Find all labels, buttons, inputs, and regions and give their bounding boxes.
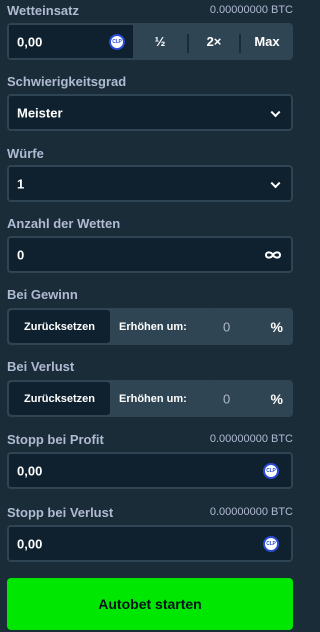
double-button[interactable]: 2× [189, 25, 239, 58]
percent-icon: % [270, 318, 283, 335]
difficulty-label: Schwierigkeitsgrad [7, 74, 127, 89]
on-loss-label: Bei Verlust [7, 359, 75, 374]
on-win-group: Zurücksetzen Erhöhen um: 0 % [7, 308, 293, 345]
clp-coin-icon: CLP [263, 535, 279, 552]
stop-profit-value: 0,00 [17, 463, 43, 478]
on-win-percent-value: 0 [223, 319, 231, 334]
stop-profit-btc: 0.00000000 BTC [209, 433, 293, 445]
difficulty-select[interactable]: Meister [7, 94, 293, 131]
stop-loss-value: 0,00 [17, 536, 43, 551]
num-bets-value: 0 [17, 247, 25, 262]
infinity-icon[interactable] [264, 250, 282, 260]
throws-value: 1 [17, 176, 25, 191]
difficulty-value: Meister [17, 105, 63, 120]
stop-loss-input[interactable]: 0,00 CLP [7, 525, 293, 562]
percent-icon: % [270, 390, 283, 407]
on-win-label: Bei Gewinn [7, 287, 78, 302]
max-button[interactable]: Max [241, 25, 293, 58]
stop-profit-label: Stopp bei Profit [7, 432, 104, 447]
bet-amount-btc: 0.00000000 BTC [209, 4, 293, 16]
bet-amount-label: Wetteinsatz [7, 3, 79, 18]
on-win-reset-button[interactable]: Zurücksetzen [9, 310, 110, 343]
stop-loss-label: Stopp bei Verlust [7, 505, 114, 520]
on-win-percent-input[interactable]: 0 % [213, 310, 291, 343]
on-loss-reset-button[interactable]: Zurücksetzen [9, 382, 110, 415]
autobet-start-button[interactable]: Autobet starten [7, 578, 293, 630]
bet-amount-input[interactable]: 0,00 CLP [9, 25, 133, 58]
num-bets-label: Anzahl der Wetten [7, 216, 121, 231]
stop-loss-btc: 0.00000000 BTC [209, 506, 293, 518]
bet-amount-group: 0,00 CLP ½ 2× Max [7, 23, 293, 60]
on-loss-group: Zurücksetzen Erhöhen um: 0 % [7, 380, 293, 417]
on-loss-percent-input[interactable]: 0 % [213, 382, 291, 415]
bet-amount-value: 0,00 [17, 34, 43, 49]
chevron-down-icon [270, 177, 281, 188]
on-win-increase-button[interactable]: Erhöhen um: [119, 308, 187, 345]
throws-label: Würfe [7, 146, 44, 161]
stop-profit-input[interactable]: 0,00 CLP [7, 452, 293, 489]
clp-coin-icon: CLP [109, 33, 125, 50]
clp-coin-icon: CLP [263, 462, 279, 479]
throws-select[interactable]: 1 [7, 165, 293, 202]
chevron-down-icon [270, 106, 281, 117]
bet-modifiers: ½ 2× Max [133, 25, 291, 58]
on-loss-increase-button[interactable]: Erhöhen um: [119, 380, 187, 417]
num-bets-input[interactable]: 0 [7, 236, 293, 273]
on-loss-percent-value: 0 [223, 391, 231, 406]
half-button[interactable]: ½ [133, 25, 187, 58]
